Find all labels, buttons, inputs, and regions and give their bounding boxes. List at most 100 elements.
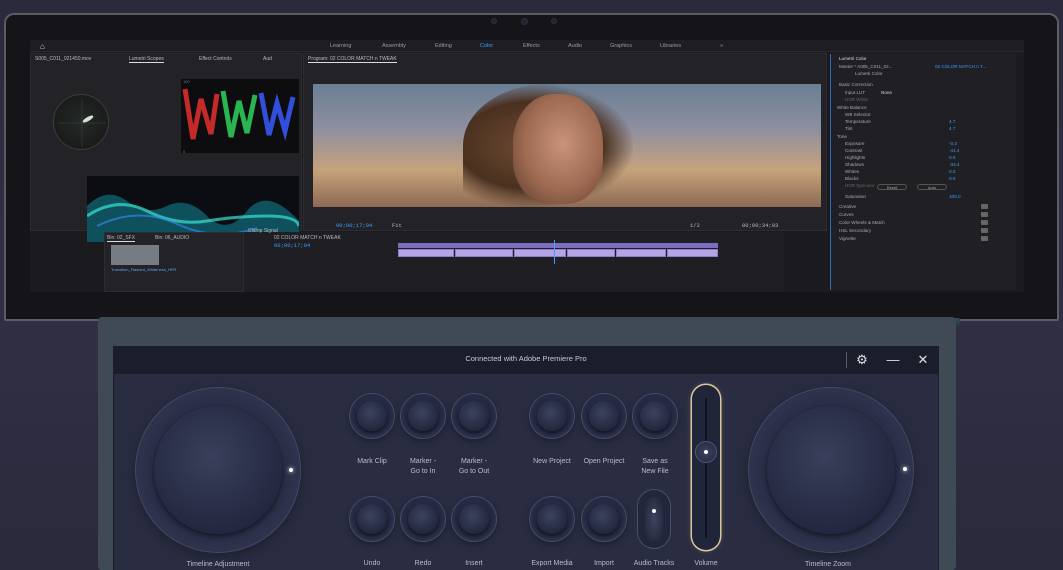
audio-tracks-knob[interactable] [645, 497, 663, 541]
timeline-clip[interactable] [667, 249, 718, 257]
row-label-highlights: Highlights [845, 155, 866, 160]
resolution-select[interactable]: 1/2 [690, 222, 700, 229]
minimize-icon[interactable]: — [885, 352, 901, 368]
timeline-clip[interactable] [567, 249, 615, 257]
volume-thumb[interactable] [696, 442, 716, 462]
timeline-clip[interactable] [398, 249, 454, 257]
workspace-audio[interactable]: Audio [568, 43, 582, 49]
export-media-button[interactable] [530, 497, 574, 541]
row-value-blacks[interactable]: 0.0 [949, 176, 955, 181]
workspace-graphics[interactable]: Graphics [610, 43, 632, 49]
auto-button[interactable]: Auto [917, 184, 947, 190]
timeline-adjustment-label: Timeline Adjustment [186, 561, 250, 568]
timeline-clip[interactable] [616, 249, 666, 257]
camera-icon [522, 19, 527, 24]
workspace-editing[interactable]: Editing [435, 43, 452, 49]
new-project-button[interactable] [530, 394, 574, 438]
section-hsl-secondary[interactable]: HSL Secondary [839, 228, 871, 233]
reset-button[interactable]: Reset [877, 184, 907, 190]
vectorscope [53, 94, 109, 150]
lumetri-title: Lumetri Color [839, 56, 867, 61]
redo-button[interactable] [401, 497, 445, 541]
insert-button[interactable] [452, 497, 496, 541]
bin-item-name[interactable]: Transition_Flashed_Whiteness_HFR [111, 267, 176, 272]
row-label-hdr-specular: HDR Specular [845, 183, 875, 188]
program-title[interactable]: Program: 02 COLOR MATCH n TWEAK [308, 56, 397, 63]
more-workspaces-icon[interactable]: » [720, 43, 723, 49]
home-icon[interactable]: ⌂ [40, 42, 45, 51]
tab-lumetri-scopes[interactable]: Lumetri Scopes [129, 56, 164, 63]
tab-audio[interactable]: Aud [263, 56, 272, 62]
save-as-new-file-label: Save as New File [641, 458, 669, 475]
hsl-toggle[interactable] [981, 228, 988, 233]
timeline-timecode[interactable]: 00;00;17;04 [274, 242, 310, 249]
saturation-value[interactable]: 100.0 [949, 194, 961, 199]
row-label-shadows: Shadows [845, 162, 864, 167]
timeline-clip[interactable] [514, 249, 566, 257]
marker-go-to-in-button[interactable] [401, 394, 445, 438]
row-value-tint[interactable]: 4.7 [949, 126, 955, 131]
section-curves[interactable]: Curves [839, 212, 854, 217]
tab-effect-controls[interactable]: Effect Controls [199, 56, 232, 62]
gear-icon[interactable]: ⚙ [854, 352, 870, 368]
tab-bin-audio[interactable]: Bin: 06_AUDIO [155, 235, 189, 241]
save-as-new-file-button[interactable] [633, 394, 677, 438]
section-vignette[interactable]: Vignette [839, 236, 856, 241]
wb-selector-label[interactable]: WB Selector [845, 112, 871, 117]
section-white-balance[interactable]: White Balance [837, 105, 867, 110]
input-lut-value[interactable]: None [881, 90, 892, 95]
section-creative[interactable]: Creative [839, 204, 856, 209]
tab-source[interactable]: S005_C011_021450.mov [35, 56, 91, 62]
close-icon[interactable]: ✕ [915, 352, 931, 368]
insert-label: Insert [465, 560, 483, 567]
dial-face [767, 406, 895, 534]
workspace-libraries[interactable]: Libraries [660, 43, 681, 49]
clamp-signal-label[interactable]: Clamp Signal [248, 228, 278, 234]
workspace-learning[interactable]: Learning [330, 43, 351, 49]
lumetri-color-panel: Lumetri Color Master * A005_C011_02... 0… [830, 54, 1016, 290]
section-color-wheels[interactable]: Color Wheels & Match [839, 220, 885, 225]
row-value-temperature[interactable]: 4.7 [949, 119, 955, 124]
fit-select[interactable]: Fit [392, 222, 402, 229]
timeline-clip[interactable] [455, 249, 513, 257]
timeline-zoom-label: Timeline Zoom [804, 561, 852, 568]
scale-tick: 100 [183, 79, 190, 84]
color-wheels-toggle[interactable] [981, 220, 988, 225]
video-track-clip[interactable] [398, 243, 718, 248]
dial-indicator-icon [903, 467, 907, 471]
sequence-tab[interactable]: 02 COLOR MATCH n TWEAK [274, 235, 341, 241]
open-project-button[interactable] [582, 394, 626, 438]
main-screen: ⌂ Learning Assembly Editing Color Effect… [30, 40, 1024, 292]
lumetri-scopes-panel: S005_C011_021450.mov Lumetri Scopes Effe… [30, 53, 302, 242]
mark-clip-button[interactable] [350, 394, 394, 438]
section-tone[interactable]: Tone [837, 134, 847, 139]
row-value-shadows[interactable]: -34.4 [949, 162, 959, 167]
section-basic-correction[interactable]: Basic Correction [839, 82, 873, 87]
undo-button[interactable] [350, 497, 394, 541]
vignette-toggle[interactable] [981, 236, 988, 241]
row-value-highlights[interactable]: 0.0 [949, 155, 955, 160]
program-timecode[interactable]: 00;00;17;04 [336, 222, 372, 229]
duration-timecode: 00;00;34;03 [742, 222, 779, 229]
dial-face [154, 406, 282, 534]
workspace-color[interactable]: Color [480, 43, 493, 49]
timeline-panel: Clamp Signal 02 COLOR MATCH n TWEAK 00;0… [244, 228, 784, 292]
row-value-exposure[interactable]: -0.3 [949, 141, 957, 146]
curves-toggle[interactable] [981, 212, 988, 217]
playhead[interactable] [554, 240, 555, 264]
tab-bin-sfx[interactable]: Bin: 02_SFX [107, 235, 136, 242]
creative-toggle[interactable] [981, 204, 988, 209]
dial-indicator-icon [289, 468, 293, 472]
connection-status: Connected with Adobe Premiere Pro [465, 354, 587, 363]
marker-go-to-out-button[interactable] [452, 394, 496, 438]
row-value-contrast[interactable]: -41.4 [949, 148, 959, 153]
lumetri-master[interactable]: Master * A005_C011_02... [839, 64, 893, 69]
lumetri-clip[interactable]: 02 COLOR MATCH n T... [935, 64, 986, 69]
workspace-effects[interactable]: Effects [523, 43, 540, 49]
lumetri-fx[interactable]: Lumetri Color [855, 71, 883, 76]
workspace-assembly[interactable]: Assembly [382, 43, 406, 49]
clip-thumbnail[interactable] [111, 245, 159, 265]
import-button[interactable] [582, 497, 626, 541]
sensor-icon [492, 19, 496, 23]
row-value-whites[interactable]: 0.0 [949, 169, 955, 174]
